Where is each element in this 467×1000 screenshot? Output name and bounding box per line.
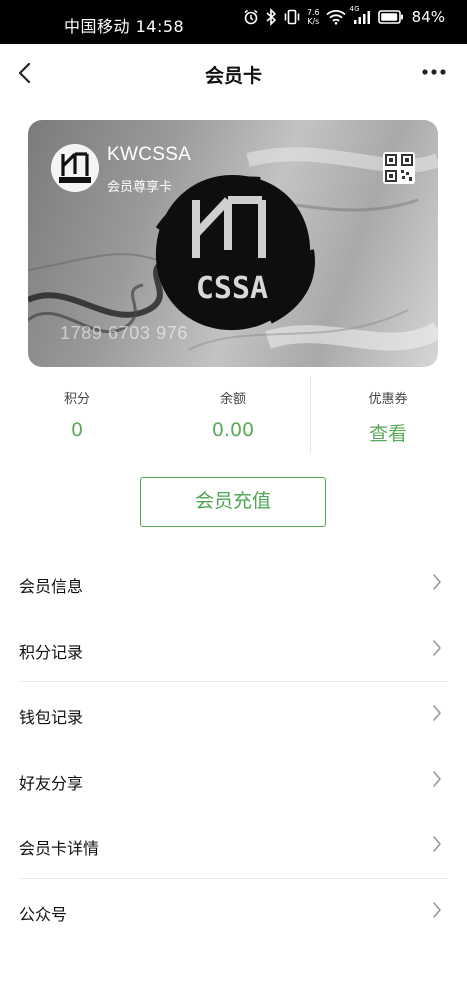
view-coupons-link[interactable]: 查看	[323, 419, 453, 446]
net-speed-unit: K/s	[307, 17, 320, 26]
brand-logo-small	[51, 144, 99, 192]
cellular-signal-icon: 4G	[350, 5, 372, 25]
stat-points[interactable]: 积分 0	[12, 375, 142, 441]
card-number: 1789 6703 976	[60, 323, 188, 343]
alarm-icon	[243, 9, 259, 25]
net-speed-value: 7.6	[306, 8, 320, 17]
signal-label: 4G	[349, 5, 360, 13]
stat-label: 积分	[63, 392, 90, 407]
nav-bar: 会员卡	[0, 44, 467, 102]
stat-coupons[interactable]: 优惠券 查看	[323, 375, 453, 446]
stat-value: 0	[70, 419, 84, 441]
chevron-right-icon	[432, 835, 442, 853]
brand-emblem-logo: CSSA	[150, 170, 315, 335]
battery-percent: 84%	[411, 8, 445, 26]
status-icons: 7.6 K/s 4G 84%	[243, 5, 445, 26]
page-title: 会员卡	[204, 65, 262, 87]
stat-balance[interactable]: 余额 0.00	[168, 375, 298, 441]
net-speed: 7.6 K/s	[307, 8, 320, 26]
menu-item-wallet-history[interactable]: 钱包记录	[19, 682, 448, 748]
chevron-right-icon	[432, 639, 442, 657]
battery-icon	[377, 10, 404, 24]
stat-label: 余额	[219, 392, 246, 407]
membership-card[interactable]: KWCSSA 会员尊享卡 CSSA 1789 6703 976	[28, 120, 438, 367]
carrier-time: 中国移动 14:58	[64, 17, 185, 36]
stat-value: 0.00	[211, 419, 255, 441]
menu-item-label: 好友分享	[19, 773, 84, 793]
menu-item-label: 会员信息	[19, 577, 84, 596]
wifi-icon	[326, 9, 346, 25]
bluetooth-icon	[265, 8, 277, 26]
stat-label: 优惠券	[368, 392, 408, 407]
card-brand-name: KWCSSA	[107, 144, 192, 165]
menu-item-label: 钱包记录	[19, 708, 84, 727]
chevron-right-icon	[432, 770, 442, 788]
menu-item-points-history[interactable]: 积分记录	[19, 617, 448, 682]
stat-divider	[310, 377, 311, 453]
menu-item-member-info[interactable]: 会员信息	[19, 551, 448, 617]
qr-code-icon[interactable]	[383, 152, 415, 184]
more-horizontal-icon[interactable]	[421, 64, 447, 78]
emblem-text: CSSA	[196, 271, 268, 306]
vibrate-icon	[283, 9, 301, 25]
menu-item-label: 积分记录	[19, 642, 84, 662]
menu-item-official-account[interactable]: 公众号	[19, 879, 448, 945]
menu-item-label: 公众号	[19, 904, 68, 924]
chevron-right-icon	[432, 573, 442, 591]
chevron-right-icon	[432, 901, 442, 919]
recharge-button[interactable]: 会员充值	[140, 477, 326, 527]
menu-item-card-details[interactable]: 会员卡详情	[19, 813, 448, 879]
member-stats: 积分 0 余额 0.00 优惠券 查看	[0, 375, 467, 455]
menu-item-label: 会员卡详情	[19, 839, 100, 858]
chevron-right-icon	[432, 704, 442, 722]
menu-list: 会员信息 积分记录 钱包记录 好友分享 会员卡详情 公众号	[0, 551, 467, 944]
status-bar: 中国移动 14:58 7.6 K/s 4G 84%	[0, 0, 467, 44]
menu-item-share-friends[interactable]: 好友分享	[19, 748, 448, 814]
